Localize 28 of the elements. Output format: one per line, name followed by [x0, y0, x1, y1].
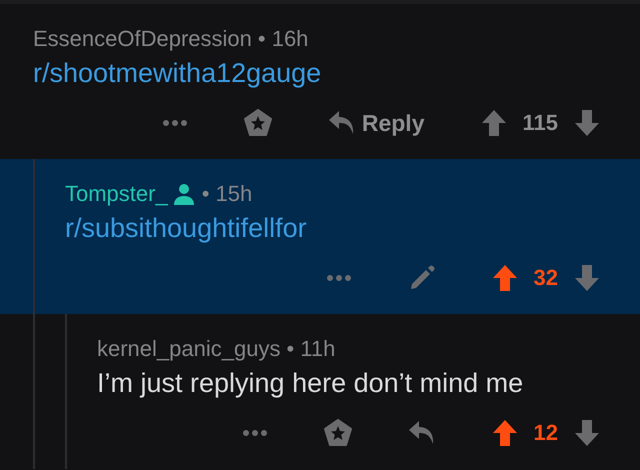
- vote-score: 115: [522, 110, 558, 136]
- subreddit-link[interactable]: r/subsithoughtifellfor: [65, 213, 600, 244]
- downvote-icon[interactable]: [574, 264, 600, 292]
- more-options-icon[interactable]: [242, 429, 268, 437]
- upvote-icon[interactable]: [492, 264, 518, 292]
- more-options-icon[interactable]: [326, 274, 352, 282]
- vote-score: 32: [534, 265, 558, 291]
- more-options-icon[interactable]: [162, 119, 188, 127]
- comment-text: I’m just replying here don’t mind me: [97, 368, 524, 399]
- award-icon[interactable]: [244, 109, 272, 137]
- comment-author[interactable]: EssenceOfDepression: [33, 26, 252, 52]
- upvote-icon[interactable]: [492, 419, 518, 447]
- reply-button[interactable]: [408, 420, 436, 446]
- comment-time: • 16h: [258, 26, 308, 52]
- upvote-icon[interactable]: [480, 109, 506, 137]
- reply-button[interactable]: Reply: [328, 110, 424, 136]
- comment-author[interactable]: kernel_panic_guys: [97, 336, 280, 362]
- reply-arrow-icon: [328, 110, 356, 136]
- vote-score: 12: [534, 420, 558, 446]
- comment-time: • 11h: [286, 336, 336, 362]
- award-icon[interactable]: [324, 419, 352, 447]
- reply-arrow-icon: [408, 420, 436, 446]
- downvote-icon[interactable]: [574, 109, 600, 137]
- comment-time: • 15h: [202, 181, 252, 207]
- person-icon: [172, 182, 196, 206]
- subreddit-link[interactable]: r/shootmewitha12gauge: [33, 58, 600, 89]
- comment-author[interactable]: Tompster_: [65, 181, 168, 207]
- downvote-icon[interactable]: [574, 419, 600, 447]
